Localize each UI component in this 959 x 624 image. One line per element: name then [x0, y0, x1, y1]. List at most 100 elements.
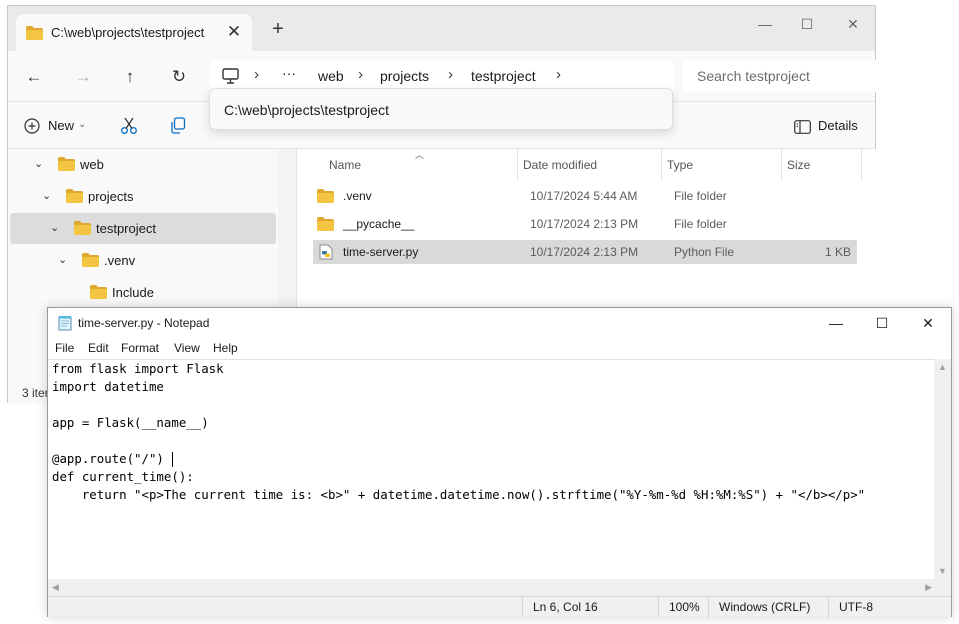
text-caret — [172, 452, 173, 467]
tree-item-label: testproject — [96, 221, 156, 236]
tree-item-label: web — [80, 157, 104, 172]
folder-icon — [317, 217, 334, 234]
back-arrow-icon[interactable]: ← — [20, 63, 48, 91]
column-header-date[interactable]: Date modified — [523, 158, 597, 172]
column-header-size[interactable]: Size — [787, 158, 810, 172]
scroll-left-icon[interactable]: ◀ — [52, 582, 59, 593]
tree-item-venv[interactable]: ⌄ .venv — [10, 245, 276, 276]
chevron-down-icon[interactable]: ⌄ — [34, 157, 43, 170]
chevron-down-icon[interactable]: ⌄ — [58, 253, 67, 266]
tree-item-web[interactable]: ⌄ web — [10, 149, 276, 180]
chevron-right-icon[interactable]: › — [254, 66, 259, 83]
scroll-down-icon[interactable]: ▼ — [938, 566, 947, 576]
notepad-status-bar: Ln 6, Col 16 100% Windows (CRLF) UTF-8 — [48, 596, 951, 618]
folder-icon — [58, 157, 75, 174]
file-row[interactable]: __pycache__ 10/17/2024 2:13 PM File fold… — [313, 212, 857, 236]
search-box[interactable]: Search testproject — [683, 60, 877, 92]
chevron-right-icon[interactable]: › — [556, 66, 561, 83]
copy-icon — [170, 117, 186, 142]
code-line: def current_time(): — [52, 469, 194, 484]
file-row[interactable]: .venv 10/17/2024 5:44 AM File folder — [313, 184, 857, 208]
tree-item-include[interactable]: Include — [10, 277, 276, 308]
file-name: __pycache__ — [343, 217, 415, 231]
notepad-title-bar[interactable]: time-server.py - Notepad — ☐ ✕ — [48, 308, 951, 338]
folder-icon — [82, 253, 99, 270]
file-row[interactable]: time-server.py 10/17/2024 2:13 PM Python… — [313, 240, 857, 264]
computer-icon[interactable] — [222, 68, 239, 87]
folder-icon — [317, 189, 334, 206]
column-header-name[interactable]: Name — [329, 158, 361, 172]
line-endings: Windows (CRLF) — [708, 597, 828, 618]
notepad-window: time-server.py - Notepad — ☐ ✕ File Edit… — [47, 307, 952, 618]
code-line: import datetime — [52, 379, 164, 394]
refresh-icon[interactable]: ↻ — [165, 63, 193, 91]
column-header-type[interactable]: Type — [667, 158, 693, 172]
search-input[interactable]: Search testproject — [697, 68, 810, 84]
encoding: UTF-8 — [828, 597, 936, 618]
file-name: time-server.py — [343, 245, 419, 259]
column-divider[interactable] — [517, 149, 518, 181]
scissors-icon — [120, 117, 138, 143]
minimize-button[interactable]: — — [742, 10, 788, 38]
explorer-tab[interactable]: C:\web\projects\testproject ✕ — [16, 14, 252, 51]
maximize-button[interactable]: ☐ — [784, 10, 830, 38]
file-type: File folder — [674, 189, 727, 203]
python-file-icon — [319, 244, 333, 263]
chevron-down-icon: ⌄ — [78, 119, 87, 130]
file-type: Python File — [674, 245, 735, 259]
forward-arrow-icon[interactable]: → — [69, 63, 97, 91]
breadcrumb-projects[interactable]: projects — [380, 68, 429, 84]
scroll-right-icon[interactable]: ▶ — [925, 582, 932, 593]
address-dropdown[interactable]: C:\web\projects\testproject — [209, 88, 673, 130]
zoom-level: 100% — [658, 597, 708, 618]
notepad-title: time-server.py - Notepad — [78, 316, 210, 330]
close-window-button[interactable]: ✕ — [905, 310, 951, 336]
breadcrumb-testproject[interactable]: testproject — [471, 68, 536, 84]
breadcrumb-web[interactable]: web — [318, 68, 344, 84]
new-tab-button[interactable]: + — [266, 18, 290, 42]
chevron-down-icon[interactable]: ⌄ — [42, 189, 51, 202]
file-date: 10/17/2024 5:44 AM — [530, 189, 638, 203]
code-line: from flask import Flask — [52, 361, 224, 376]
column-divider[interactable] — [861, 149, 862, 181]
up-arrow-icon[interactable]: ↑ — [116, 63, 144, 91]
chevron-right-icon[interactable]: › — [448, 66, 453, 83]
tree-item-label: projects — [88, 189, 134, 204]
maximize-button[interactable]: ☐ — [859, 310, 905, 336]
menu-help[interactable]: Help — [213, 341, 238, 355]
item-count: 3 iter — [22, 386, 49, 400]
vertical-scrollbar[interactable]: ▲ ▼ — [934, 359, 951, 579]
new-button-label: New — [48, 118, 75, 133]
menu-file[interactable]: File — [55, 341, 74, 355]
scroll-up-icon[interactable]: ▲ — [938, 362, 947, 372]
breadcrumb-ellipsis[interactable]: ··· — [282, 65, 296, 81]
minimize-button[interactable]: — — [813, 310, 859, 336]
code-line: return "<p>The current time is: <b>" + d… — [52, 487, 866, 502]
tree-item-projects[interactable]: ⌄ projects — [10, 181, 276, 212]
file-date: 10/17/2024 2:13 PM — [530, 217, 639, 231]
notepad-icon — [57, 315, 73, 334]
folder-icon — [26, 26, 43, 43]
chevron-right-icon[interactable]: › — [358, 66, 363, 83]
menu-edit[interactable]: Edit — [88, 341, 109, 355]
file-size: 1 KB — [825, 245, 852, 259]
tree-item-testproject[interactable]: ⌄ testproject — [10, 213, 276, 244]
folder-icon — [74, 221, 91, 238]
code-line: app = Flask(__name__) — [52, 415, 209, 430]
file-date: 10/17/2024 2:13 PM — [530, 245, 639, 259]
cursor-position: Ln 6, Col 16 — [522, 597, 658, 618]
tree-item-label: .venv — [104, 253, 136, 268]
text-editor[interactable]: from flask import Flask import datetime … — [48, 359, 936, 579]
menu-format[interactable]: Format — [121, 341, 159, 355]
horizontal-scrollbar[interactable]: ◀ ▶ — [48, 579, 936, 596]
code-line: @app.route("/") — [52, 451, 164, 466]
tab-title: C:\web\projects\testproject — [51, 25, 205, 40]
chevron-down-icon[interactable]: ⌄ — [50, 221, 59, 234]
address-suggestion[interactable]: C:\web\projects\testproject — [224, 102, 389, 118]
tab-strip: C:\web\projects\testproject ✕ + — ☐ ✕ — [8, 6, 875, 51]
menu-view[interactable]: View — [174, 341, 200, 355]
close-tab-icon[interactable]: ✕ — [222, 20, 246, 44]
column-divider[interactable] — [661, 149, 662, 181]
column-divider[interactable] — [781, 149, 782, 181]
close-window-button[interactable]: ✕ — [830, 10, 876, 38]
